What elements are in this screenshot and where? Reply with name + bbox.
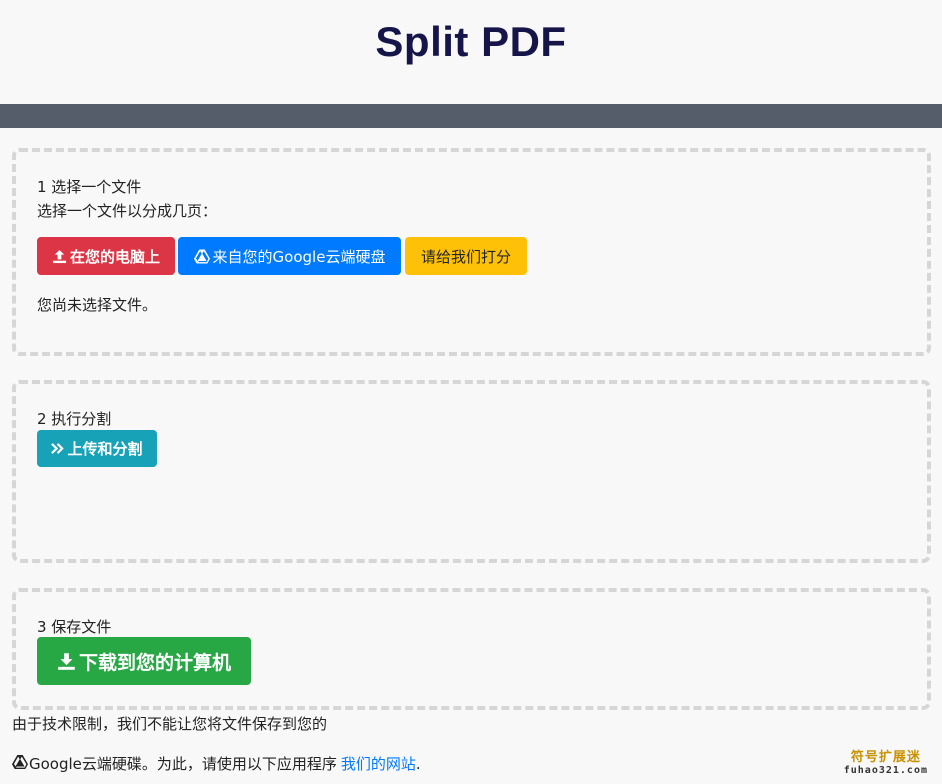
footer-line-2: Google云端硬碟。为此，请使用以下应用程序 我们的网站 .	[12, 753, 421, 774]
upload-and-split-label: 上传和分割	[67, 440, 143, 458]
footer-period: .	[415, 754, 421, 773]
download-to-computer-label: 下载到您的计算机	[78, 651, 231, 674]
upload-from-computer-button[interactable]: 在您的电脑上	[37, 237, 175, 275]
step1-heading: 1 选择一个文件	[37, 178, 142, 196]
rate-us-label: 请给我们打分	[420, 247, 511, 266]
nav-bar	[0, 104, 942, 128]
upload-icon	[52, 249, 67, 264]
google-drive-label: 来自您的Google云端硬盘	[212, 247, 386, 266]
watermark-top: 符号扩展迷	[850, 750, 921, 765]
google-drive-icon	[12, 754, 28, 773]
double-chevron-right-icon	[51, 442, 65, 455]
watermark-logo: 符号扩展迷 fuhao321.com	[844, 746, 928, 776]
download-icon	[57, 652, 76, 671]
footer-line-1: 由于技术限制，我们不能让您将文件保存到您的	[12, 715, 328, 733]
file-status: 您尚未选择文件。	[37, 296, 158, 314]
google-drive-button[interactable]: 来自您的Google云端硬盘	[178, 237, 401, 275]
google-drive-icon	[193, 249, 210, 264]
our-website-link[interactable]: 我们的网站	[341, 753, 416, 774]
step-split	[12, 380, 931, 563]
watermark-bottom: fuhao321.com	[843, 765, 928, 776]
footer-line-2-text: Google云端硬碟。为此，请使用以下应用程序	[29, 755, 337, 773]
step1-instruction: 选择一个文件以分成几页：	[37, 202, 218, 220]
upload-from-computer-label: 在您的电脑上	[69, 247, 160, 266]
step3-heading: 3 保存文件	[37, 618, 112, 636]
rate-us-button[interactable]: 请给我们打分	[405, 237, 527, 275]
download-to-computer-button[interactable]: 下载到您的计算机	[37, 637, 251, 685]
step2-heading: 2 执行分割	[37, 410, 112, 428]
upload-and-split-button[interactable]: 上传和分割	[37, 430, 157, 467]
page-title: Split PDF	[375, 18, 567, 65]
